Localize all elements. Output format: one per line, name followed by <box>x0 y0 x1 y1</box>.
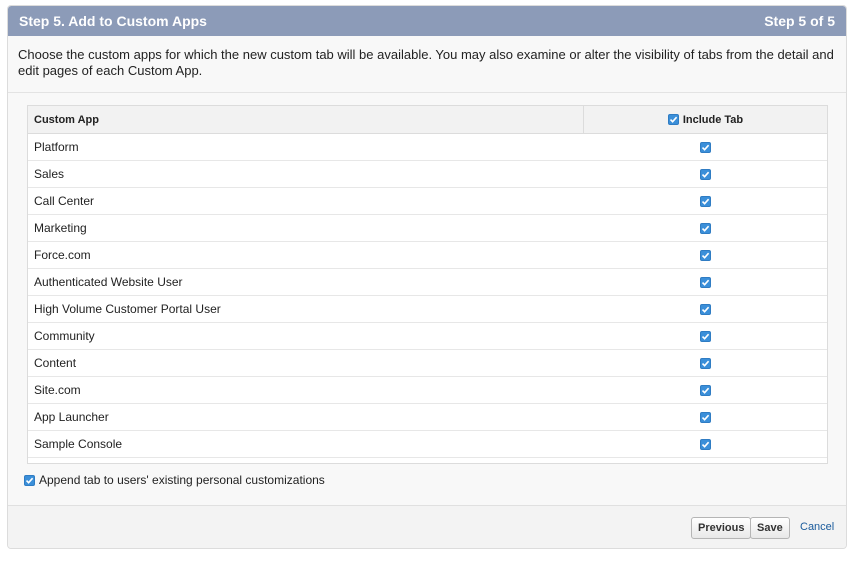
include-tab-label: Include Tab <box>682 113 744 126</box>
custom-app-name: App Launcher <box>34 410 109 424</box>
table-row: Call Center <box>28 188 827 215</box>
include-tab-cell <box>584 323 827 349</box>
check-icon <box>701 171 710 178</box>
custom-app-name: Platform <box>34 140 79 154</box>
append-label: Append tab to users' existing personal c… <box>39 473 325 487</box>
wizard-panel: Step 5. Add to Custom Apps Step 5 of 5 C… <box>7 5 847 549</box>
include-tab-checkbox[interactable] <box>700 249 711 261</box>
step-counter: Step 5 of 5 <box>764 13 835 29</box>
include-tab-checkbox[interactable] <box>700 141 711 153</box>
append-option: Append tab to users' existing personal c… <box>24 473 325 487</box>
button-bar: Previous Save Cancel <box>8 505 846 548</box>
include-tab-checkbox[interactable] <box>700 303 711 315</box>
save-button[interactable]: Save <box>750 517 790 539</box>
custom-app-name: Marketing <box>34 221 87 235</box>
include-tab-cell <box>584 296 827 322</box>
custom-apps-table: Custom App Include Tab Platform Sales Call… <box>27 105 828 464</box>
check-icon <box>701 441 710 448</box>
custom-app-name: Force.com <box>34 248 91 262</box>
table-row: Sales <box>28 161 827 188</box>
table-row: Site.com <box>28 377 827 404</box>
table-row: Authenticated Website User <box>28 269 827 296</box>
cancel-link[interactable]: Cancel <box>800 521 834 533</box>
table-row: Sample Console <box>28 431 827 458</box>
include-tab-checkbox[interactable] <box>700 357 711 369</box>
include-tab-cell <box>584 404 827 430</box>
table-row: Force.com <box>28 242 827 269</box>
check-icon <box>701 279 710 286</box>
include-tab-checkbox[interactable] <box>700 411 711 423</box>
include-all-checkbox[interactable] <box>667 114 679 125</box>
table-row: Community <box>28 323 827 350</box>
include-tab-checkbox[interactable] <box>700 276 711 288</box>
step-header: Step 5. Add to Custom Apps Step 5 of 5 <box>8 6 846 36</box>
custom-app-name: Call Center <box>34 194 95 208</box>
include-tab-checkbox[interactable] <box>700 168 711 180</box>
append-checkbox[interactable] <box>24 474 35 486</box>
include-tab-cell <box>584 377 827 403</box>
include-tab-cell <box>584 242 827 268</box>
check-icon <box>701 360 710 367</box>
table-body: Platform Sales Call Center Marketing Force.c… <box>28 134 827 458</box>
include-tab-checkbox[interactable] <box>700 330 711 342</box>
custom-app-name: Sales <box>34 167 65 181</box>
include-tab-checkbox[interactable] <box>700 438 711 450</box>
column-header-include-tab: Include Tab <box>584 106 827 133</box>
include-tab-checkbox[interactable] <box>700 384 711 396</box>
check-icon <box>701 387 710 394</box>
divider <box>8 92 846 93</box>
table-row: Platform <box>28 134 827 161</box>
check-icon <box>701 198 710 205</box>
include-tab-cell <box>584 134 827 160</box>
custom-app-name: Site.com <box>34 383 81 397</box>
check-icon <box>669 116 678 123</box>
check-icon <box>701 333 710 340</box>
include-tab-checkbox[interactable] <box>700 222 711 234</box>
include-tab-cell <box>584 188 827 214</box>
check-icon <box>701 225 710 232</box>
custom-app-name: Sample Console <box>34 437 123 451</box>
table-row: App Launcher <box>28 404 827 431</box>
table-header: Custom App Include Tab <box>28 106 827 134</box>
step-title: Step 5. Add to Custom Apps <box>19 13 207 29</box>
check-icon <box>701 252 710 259</box>
check-icon <box>701 414 710 421</box>
table-row: Content <box>28 350 827 377</box>
step-description: Choose the custom apps for which the new… <box>18 47 834 78</box>
check-icon <box>701 144 710 151</box>
table-row: Marketing <box>28 215 827 242</box>
table-row: High Volume Customer Portal User <box>28 296 827 323</box>
include-tab-cell <box>584 431 827 457</box>
include-tab-cell <box>584 161 827 187</box>
custom-app-name: Authenticated Website User <box>34 275 183 289</box>
include-tab-checkbox[interactable] <box>700 195 711 207</box>
check-icon <box>701 306 710 313</box>
check-icon <box>25 477 34 484</box>
custom-app-name: High Volume Customer Portal User <box>34 302 221 316</box>
custom-app-name: Content <box>34 356 77 370</box>
column-header-custom-app: Custom App <box>28 106 584 133</box>
include-tab-cell <box>584 269 827 295</box>
include-tab-cell <box>584 350 827 376</box>
previous-button[interactable]: Previous <box>691 517 752 539</box>
include-tab-cell <box>584 215 827 241</box>
custom-app-name: Community <box>34 329 95 343</box>
